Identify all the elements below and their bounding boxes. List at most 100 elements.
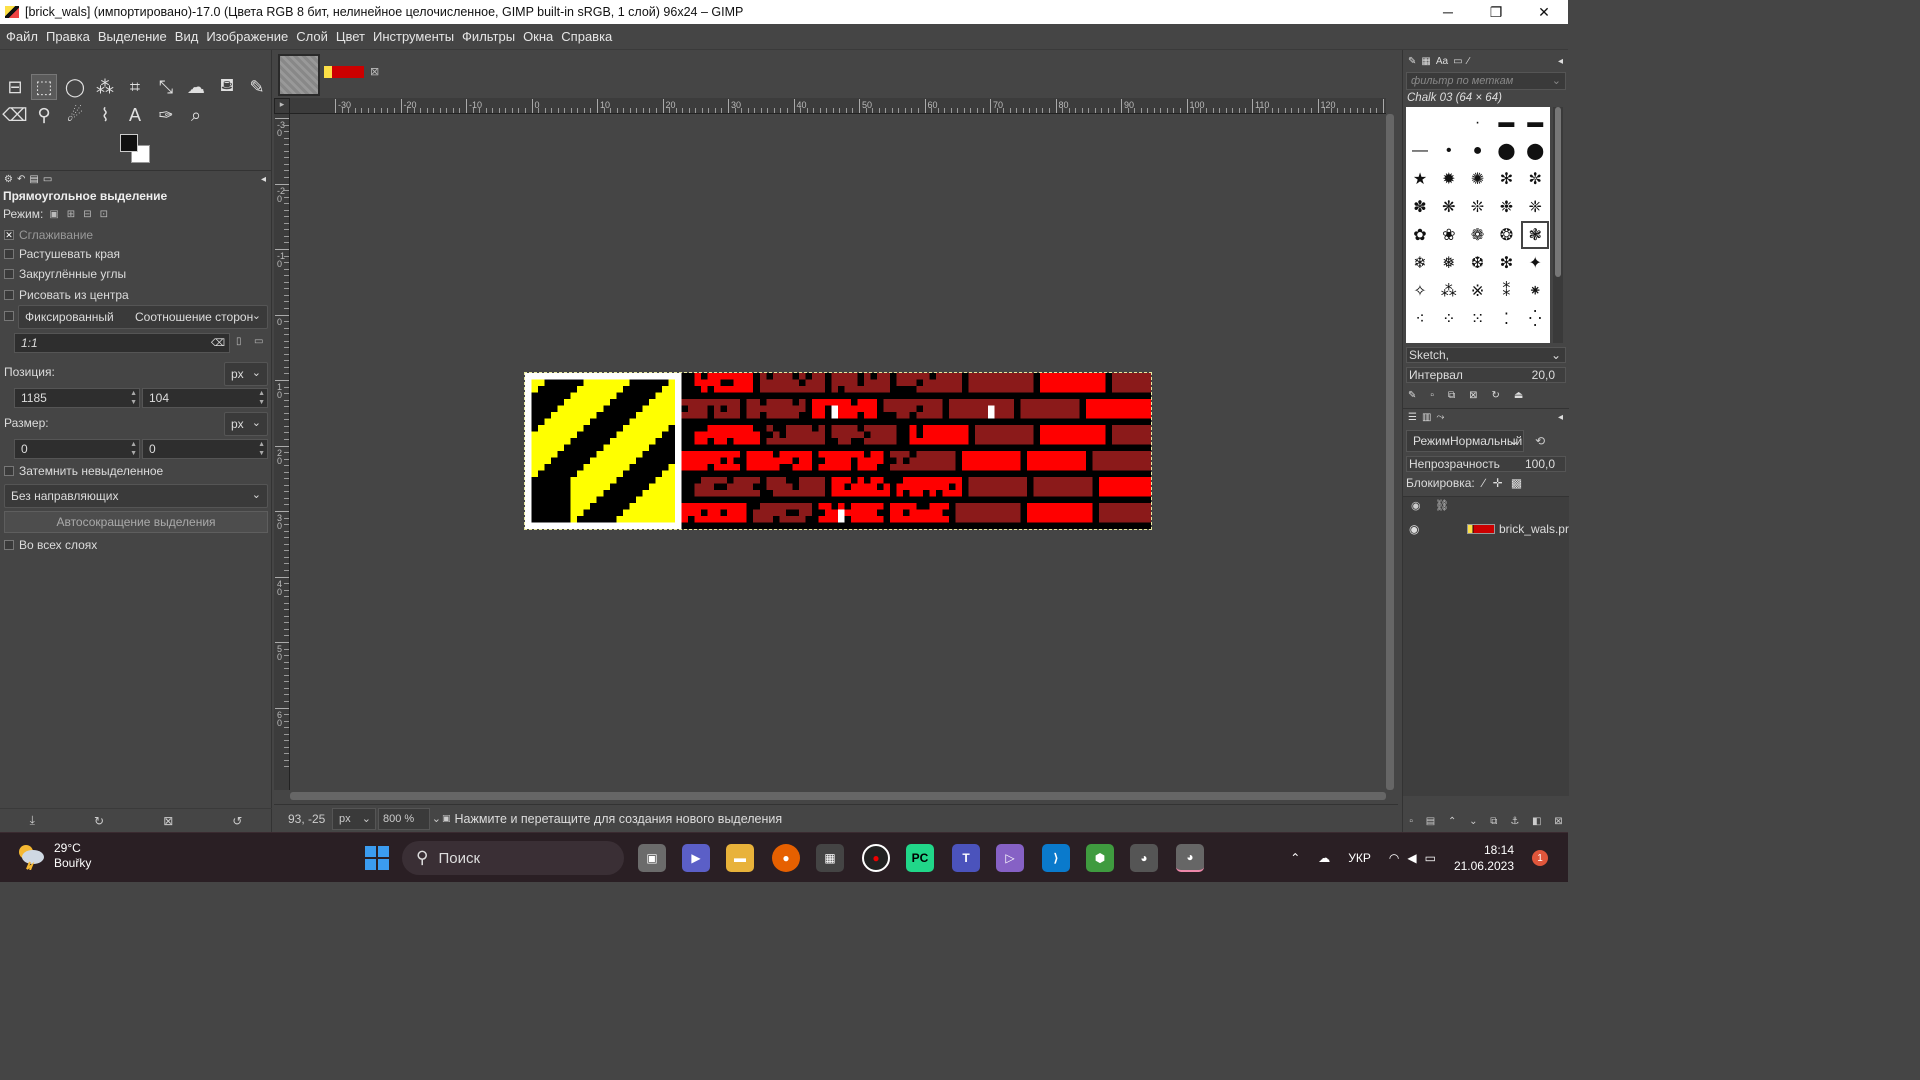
shrink-unselected-checkbox[interactable]: [4, 466, 14, 476]
clock[interactable]: 18:14 21.06.2023: [1454, 842, 1514, 874]
device-status-tab-icon[interactable]: ▭: [43, 174, 52, 185]
brush-grid[interactable]: · ▬ ▬ — • ● ⬤ ⬤ ★ ✹ ✺ ✻ ✼ ✽ ❋ ❊ ❉ ❈ ✿ ❀ ❁ ❂ ❃ ❄ ❅ ❆ ❇ ✦ ✧ ⁂ ※ ⁑ ⁕ ⁖ ⁘ ⁙ ⁚ ⁛: [1406, 107, 1550, 343]
fuzzy-select-tool-icon[interactable]: ⁂: [92, 74, 118, 100]
battery-icon[interactable]: ▭: [1425, 851, 1436, 865]
horizontal-scrollbar-thumb[interactable]: [290, 792, 1386, 800]
brush-cell[interactable]: ✦: [1521, 249, 1549, 277]
fonts-tab-icon[interactable]: Aa: [1436, 56, 1448, 67]
save-options-icon[interactable]: ⤓: [30, 813, 35, 828]
brush-cell[interactable]: ⁕: [1521, 277, 1549, 305]
image-tab-thumbnail-1[interactable]: [278, 54, 320, 96]
brush-cell[interactable]: ⁂: [1435, 277, 1463, 305]
anchor-layer-icon[interactable]: ⚓: [1510, 816, 1519, 827]
new-group-icon[interactable]: ▤: [1426, 816, 1435, 827]
volume-icon[interactable]: ◀: [1407, 851, 1416, 865]
spin-arrows-icon[interactable]: ▲ ▼: [258, 389, 265, 407]
document-tab-icon[interactable]: ▭: [1453, 56, 1462, 67]
fixed-option-combo[interactable]: Фиксированный Соотношение сторон ⌄: [18, 305, 268, 329]
position-unit-combo[interactable]: px ⌄: [224, 362, 268, 386]
layers-tab-icon[interactable]: ☰: [1408, 412, 1417, 423]
open-brush-icon[interactable]: ⏏: [1514, 390, 1523, 401]
image-canvas[interactable]: [524, 372, 1152, 530]
restore-options-icon[interactable]: ↻: [94, 814, 104, 828]
vscode-icon[interactable]: ⟩: [1042, 844, 1070, 872]
brush-spacing-slider[interactable]: Интервал 20,0: [1406, 367, 1566, 383]
brush-cell[interactable]: ✹: [1435, 165, 1463, 193]
brush-cell[interactable]: ●: [1464, 137, 1492, 165]
spin-arrows-icon[interactable]: ▲ ▼: [130, 389, 137, 407]
auto-shrink-button[interactable]: Автосокращение выделения: [4, 511, 268, 533]
brush-cell[interactable]: ✿: [1406, 221, 1434, 249]
channels-tab-icon[interactable]: ▥: [1422, 412, 1431, 423]
ratio-field[interactable]: 1:1 ⌫: [14, 333, 230, 353]
vertical-ruler[interactable]: -30 -20 -10 0 10 20 30 40 50 60: [274, 114, 290, 790]
firefox-icon[interactable]: ●: [772, 844, 800, 872]
warp-tool-icon[interactable]: ☁: [183, 74, 209, 100]
brush-cell[interactable]: ★: [1406, 165, 1434, 193]
brush-cell[interactable]: ⁛: [1521, 305, 1549, 333]
new-brush-icon[interactable]: ▫: [1430, 390, 1434, 401]
zoom-combo[interactable]: 800 % ⌄: [378, 807, 441, 830]
menu-help[interactable]: Справка: [557, 29, 616, 44]
brush-cell[interactable]: ❇: [1492, 249, 1520, 277]
brush-cell[interactable]: ⁑: [1492, 277, 1520, 305]
menu-select[interactable]: Выделение: [94, 29, 171, 44]
images-tab-icon[interactable]: ▤: [29, 174, 38, 185]
brush-cell[interactable]: ❂: [1492, 221, 1520, 249]
brush-cell[interactable]: ❃: [1521, 221, 1550, 249]
brush-scrollbar[interactable]: [1553, 107, 1563, 343]
menu-file[interactable]: Файл: [2, 29, 42, 44]
brush-cell[interactable]: [1406, 109, 1434, 137]
tray-overflow-icon[interactable]: ⌃: [1290, 851, 1300, 865]
calculator-icon[interactable]: ▦: [816, 844, 844, 872]
brush-cell[interactable]: ❆: [1464, 249, 1492, 277]
transform-tool-icon[interactable]: ⤡: [153, 74, 179, 100]
brush-cell[interactable]: ❋: [1435, 193, 1463, 221]
undo-history-tab-icon[interactable]: ↶: [17, 174, 25, 185]
brush-cell[interactable]: ⁚: [1492, 305, 1520, 333]
pycharm-icon[interactable]: PC: [906, 844, 934, 872]
brush-cell[interactable]: ❀: [1435, 221, 1463, 249]
size-height-field[interactable]: 0 ▲ ▼: [142, 439, 268, 459]
raise-layer-icon[interactable]: ⌃: [1448, 816, 1456, 827]
fg-bg-color-swatch[interactable]: [118, 132, 154, 164]
mode-replace-icon[interactable]: ▣: [49, 209, 58, 220]
layer-name[interactable]: brick_wals.pr: [1499, 522, 1569, 536]
refresh-brushes-icon[interactable]: ↻: [1491, 390, 1499, 401]
landscape-icon[interactable]: ▭: [254, 336, 263, 347]
menu-edit[interactable]: Правка: [42, 29, 94, 44]
task-view-icon[interactable]: ▣: [638, 844, 666, 872]
antialias-checkbox[interactable]: ✕: [4, 230, 14, 240]
menu-image[interactable]: Изображение: [202, 29, 292, 44]
paintbrush-tool-icon[interactable]: ✎: [244, 74, 270, 100]
text-tool-icon[interactable]: A: [122, 102, 148, 128]
foreground-color[interactable]: [120, 134, 138, 152]
dock-menu-icon[interactable]: ◂: [261, 174, 266, 185]
canvas-area[interactable]: ▸ -30-20-1001020304050607080901001101201…: [274, 98, 1398, 804]
crop-tool-icon[interactable]: ⌗: [122, 74, 148, 100]
taskbar-search[interactable]: ⚲ Поиск: [402, 841, 624, 875]
zoom-tool-icon[interactable]: ⌕: [183, 102, 209, 128]
portrait-icon[interactable]: ▯: [236, 336, 242, 347]
rounded-corners-checkbox[interactable]: [4, 269, 14, 279]
brush-cell[interactable]: ▬: [1492, 109, 1520, 137]
position-y-field[interactable]: 104 ▲ ▼: [142, 388, 268, 408]
brush-cell[interactable]: ✻: [1492, 165, 1520, 193]
clone-tool-icon[interactable]: ⚲: [31, 102, 57, 128]
wifi-icon[interactable]: ◠: [1389, 851, 1399, 865]
all-layers-checkbox[interactable]: [4, 540, 14, 550]
image-tab-thumbnail-2[interactable]: [324, 66, 364, 78]
hex-app-icon[interactable]: ⬢: [1086, 844, 1114, 872]
mask-layer-icon[interactable]: ◧: [1532, 816, 1541, 827]
quick-mask-corner-icon[interactable]: ▸: [274, 98, 290, 114]
paths-tool-icon[interactable]: ⌇: [92, 102, 118, 128]
layer-list[interactable]: ◉ ⛓ ◉ brick_wals.pr: [1403, 496, 1569, 796]
brush-cell[interactable]: [1435, 109, 1463, 137]
lock-pixels-icon[interactable]: ∕: [1483, 476, 1485, 490]
lock-alpha-icon[interactable]: ▩: [1511, 476, 1522, 490]
eraser-tool-icon[interactable]: ⌫: [2, 102, 28, 128]
mode-subtract-icon[interactable]: ⊟: [83, 209, 91, 220]
visual-studio-icon[interactable]: ▷: [996, 844, 1024, 872]
language-indicator[interactable]: УКР: [1348, 851, 1371, 865]
brush-cell[interactable]: ❅: [1435, 249, 1463, 277]
